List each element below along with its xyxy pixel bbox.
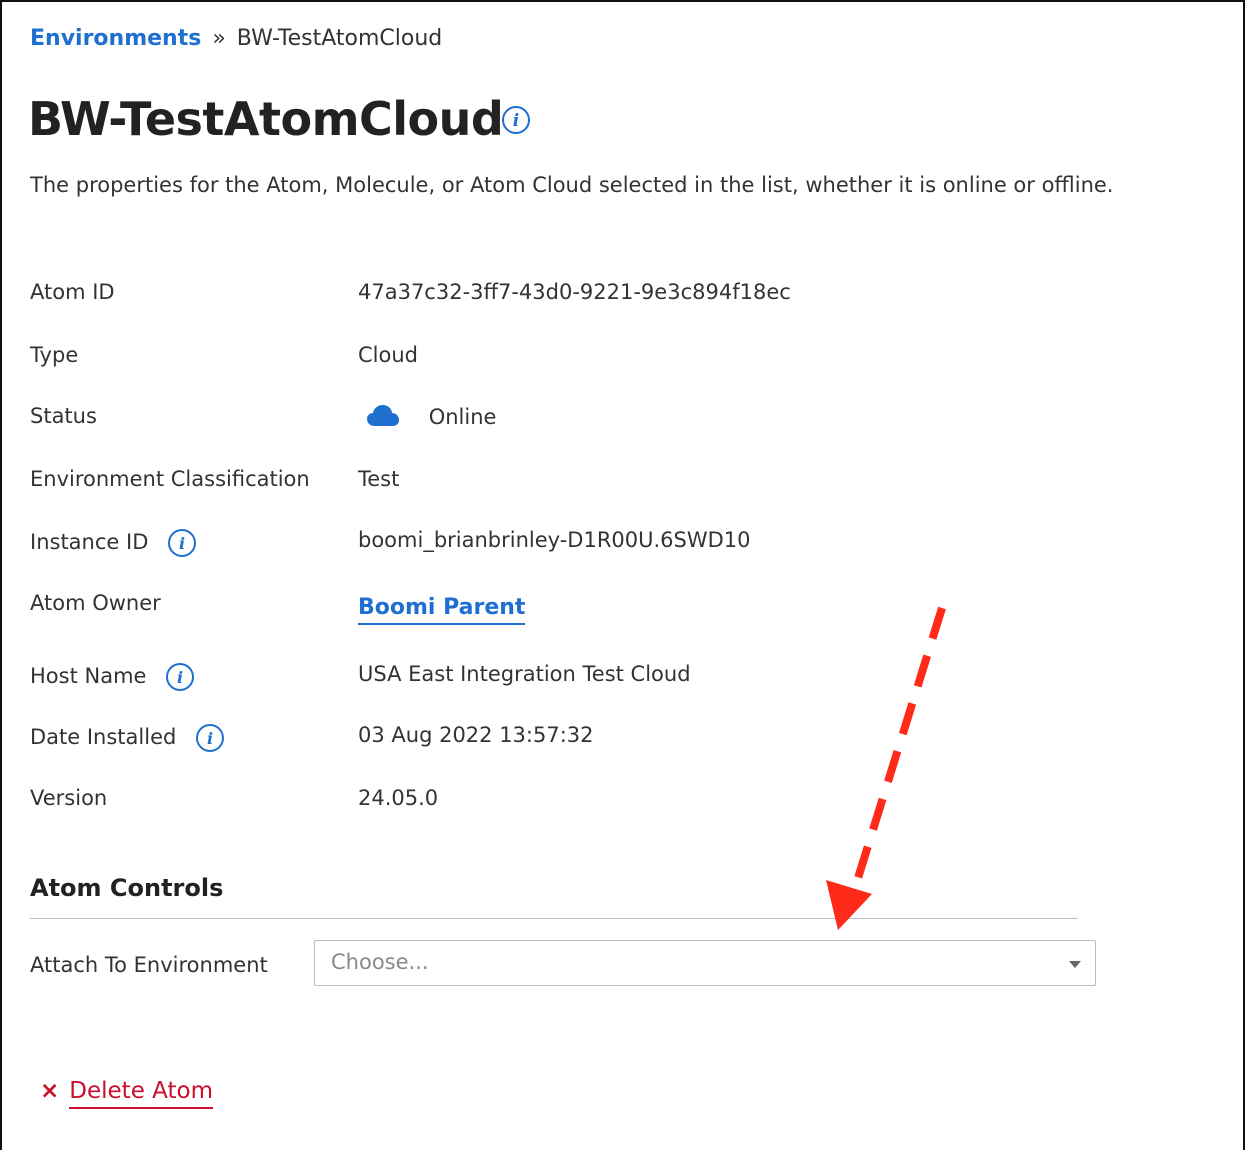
annotation-arrow	[826, 606, 946, 930]
annotation-arrow-line	[854, 606, 946, 880]
annotation-arrow-head	[826, 880, 872, 930]
